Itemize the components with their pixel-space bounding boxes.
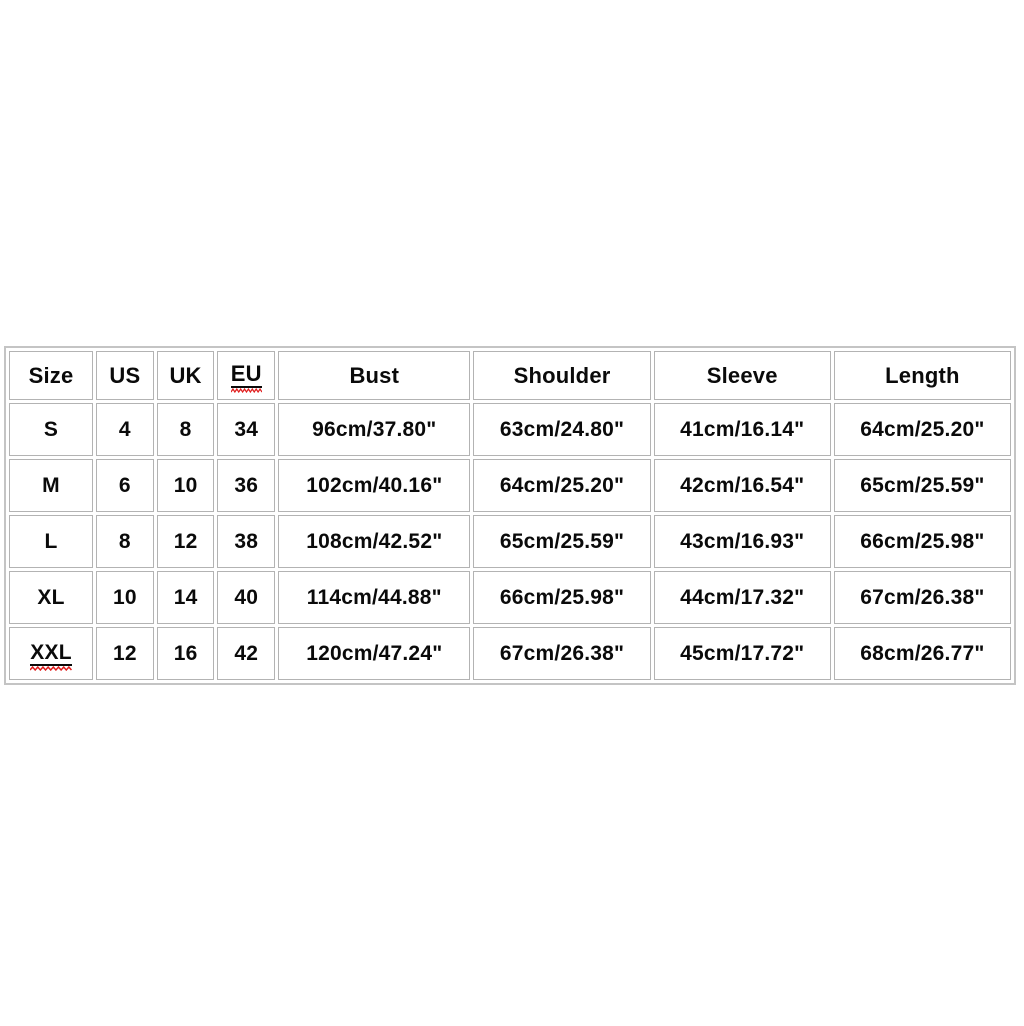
table-row: XXL 12 16 42 120cm/47.24" 67cm/26.38" 45cm/17.…	[9, 627, 1011, 680]
cell-length-row-2: 65cm/25.59"	[833, 459, 1011, 512]
cell-eu-row-2: 36	[217, 459, 276, 512]
cell-sleeve-row-1: 41cm/16.14"	[653, 403, 831, 456]
spellcheck-squiggle-icon	[230, 388, 262, 393]
cell-size-row-1: S	[9, 403, 94, 456]
column-header-uk: UK	[156, 351, 215, 400]
cell-us-row-5: 12	[96, 627, 154, 680]
cell-sleeve-row-5: 45cm/17.72"	[653, 627, 831, 680]
cell-uk-row-2: 10	[156, 459, 215, 512]
cell-us-row-1: 4	[96, 403, 154, 456]
cell-us-row-3: 8	[96, 515, 154, 568]
column-header-bust: Bust	[278, 351, 471, 400]
cell-size-row-5: XXL	[9, 627, 94, 680]
cell-eu-row-3: 38	[217, 515, 276, 568]
spellcheck-squiggle-icon	[30, 665, 72, 671]
cell-text: EU	[230, 361, 262, 386]
cell-length-row-3: 66cm/25.98"	[833, 515, 1011, 568]
cell-bust-row-3: 108cm/42.52"	[278, 515, 471, 568]
cell-bust-row-1: 96cm/37.80"	[278, 403, 471, 456]
misspelled-word: XXL	[30, 640, 72, 671]
cell-us-row-4: 10	[96, 571, 154, 624]
cell-sleeve-row-4: 44cm/17.32"	[653, 571, 831, 624]
table-row: S 4 8 34 96cm/37.80" 63cm/24.80" 41cm/16.14" 64…	[9, 403, 1011, 456]
table-row: L 8 12 38 108cm/42.52" 65cm/25.59" 43cm/16.93"…	[9, 515, 1011, 568]
cell-eu-row-5: 42	[217, 627, 276, 680]
cell-length-row-4: 67cm/26.38"	[833, 571, 1011, 624]
cell-shoulder-row-3: 65cm/25.59"	[473, 515, 651, 568]
cell-bust-row-4: 114cm/44.88"	[278, 571, 471, 624]
cell-sleeve-row-2: 42cm/16.54"	[653, 459, 831, 512]
table-row: XL 10 14 40 114cm/44.88" 66cm/25.98" 44cm/17.3…	[9, 571, 1011, 624]
cell-text: XXL	[30, 640, 72, 664]
cell-us-row-2: 6	[96, 459, 154, 512]
column-header-eu: EU	[217, 351, 276, 400]
cell-sleeve-row-3: 43cm/16.93"	[653, 515, 831, 568]
misspelled-word: EU	[230, 361, 262, 393]
column-header-size: Size	[9, 351, 94, 400]
column-header-us: US	[96, 351, 154, 400]
cell-size-row-2: M	[9, 459, 94, 512]
column-header-length: Length	[833, 351, 1011, 400]
table-header-row: Size US UK EU Bust Shoulder Sleeve Lengt…	[9, 351, 1011, 400]
cell-bust-row-5: 120cm/47.24"	[278, 627, 471, 680]
table-header: Size US UK EU Bust Shoulder Sleeve Lengt…	[9, 351, 1011, 400]
cell-shoulder-row-2: 64cm/25.20"	[473, 459, 651, 512]
cell-uk-row-5: 16	[156, 627, 215, 680]
cell-shoulder-row-1: 63cm/24.80"	[473, 403, 651, 456]
cell-uk-row-1: 8	[156, 403, 215, 456]
cell-eu-row-1: 34	[217, 403, 276, 456]
cell-eu-row-4: 40	[217, 571, 276, 624]
cell-length-row-5: 68cm/26.77"	[833, 627, 1011, 680]
table-body: S 4 8 34 96cm/37.80" 63cm/24.80" 41cm/16.14" 64…	[9, 403, 1011, 680]
table-row: M 6 10 36 102cm/40.16" 64cm/25.20" 42cm/16.54"…	[9, 459, 1011, 512]
column-header-shoulder: Shoulder	[473, 351, 651, 400]
cell-size-row-3: L	[9, 515, 94, 568]
size-chart-container: Size US UK EU Bust Shoulder Sleeve Lengt…	[4, 346, 1016, 685]
cell-uk-row-4: 14	[156, 571, 215, 624]
column-header-sleeve: Sleeve	[653, 351, 831, 400]
cell-uk-row-3: 12	[156, 515, 215, 568]
cell-bust-row-2: 102cm/40.16"	[278, 459, 471, 512]
cell-length-row-1: 64cm/25.20"	[833, 403, 1011, 456]
cell-size-row-4: XL	[9, 571, 94, 624]
size-chart-table: Size US UK EU Bust Shoulder Sleeve Lengt…	[4, 346, 1016, 685]
cell-shoulder-row-5: 67cm/26.38"	[473, 627, 651, 680]
cell-shoulder-row-4: 66cm/25.98"	[473, 571, 651, 624]
